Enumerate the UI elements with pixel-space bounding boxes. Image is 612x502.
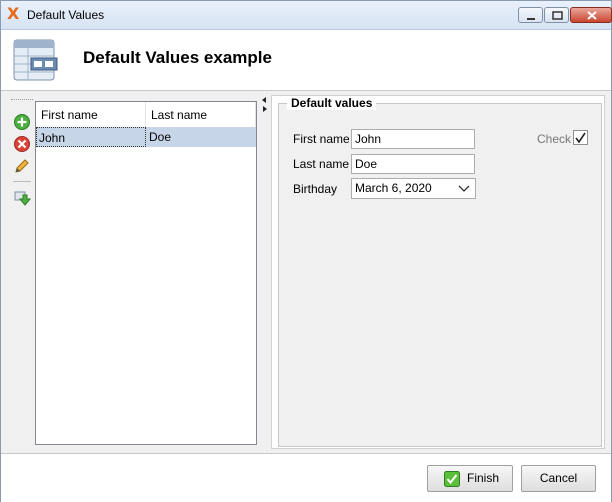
cell-last-name[interactable]: Doe: [147, 127, 256, 147]
group-legend: Default values: [287, 96, 377, 110]
minimize-icon: [527, 18, 535, 20]
title-bar[interactable]: X Default Values: [1, 1, 612, 30]
main-area: First name Last name John Doe Default va…: [1, 91, 611, 449]
first-name-label: First name: [293, 132, 350, 146]
cell-first-name[interactable]: John: [36, 127, 146, 147]
table-row[interactable]: John Doe: [36, 127, 256, 147]
maximize-icon: [552, 11, 563, 20]
app-icon: X: [7, 4, 20, 23]
cancel-button[interactable]: Cancel: [521, 465, 596, 492]
last-name-field[interactable]: Doe: [351, 154, 475, 174]
birthday-datepicker[interactable]: March 6, 2020: [351, 178, 476, 199]
table-form-icon: [13, 39, 58, 81]
check-label: Check: [537, 132, 572, 146]
check-checkbox[interactable]: [573, 130, 588, 145]
first-name-field[interactable]: John: [351, 129, 475, 149]
minimize-button[interactable]: [518, 7, 543, 23]
chevron-down-icon: [458, 185, 470, 192]
panel-splitter[interactable]: [260, 95, 270, 449]
checkmark-icon: [575, 132, 586, 144]
records-grid[interactable]: First name Last name John Doe: [35, 101, 257, 445]
dialog-window: X Default Values Default Values example: [0, 0, 612, 502]
finish-button[interactable]: Finish: [427, 465, 513, 492]
delete-icon[interactable]: [13, 135, 31, 153]
finish-check-icon: [444, 471, 460, 487]
grid-header: First name Last name: [36, 102, 256, 128]
page-title: Default Values example: [83, 48, 272, 67]
column-header-last-name[interactable]: Last name: [146, 102, 256, 127]
finish-label: Finish: [466, 471, 499, 485]
close-button[interactable]: [570, 7, 612, 23]
details-panel: Default values First name John Last name…: [271, 95, 605, 449]
toolbar-grip[interactable]: [11, 99, 33, 101]
window-title: Default Values: [27, 8, 105, 22]
vertical-toolbar: [9, 99, 33, 209]
add-icon[interactable]: [13, 113, 31, 131]
edit-icon[interactable]: [13, 157, 31, 175]
header-banner: Default Values example: [1, 30, 611, 91]
cancel-label: Cancel: [539, 471, 578, 485]
dialog-footer: Finish Cancel: [1, 453, 611, 502]
column-header-first-name[interactable]: First name: [36, 102, 146, 127]
last-name-label: Last name: [293, 157, 350, 171]
default-values-group: Default values First name John Last name…: [278, 96, 602, 447]
birthday-value: March 6, 2020: [355, 181, 432, 195]
download-icon[interactable]: [13, 189, 31, 207]
maximize-button[interactable]: [544, 7, 569, 23]
collapse-arrows-icon[interactable]: [260, 95, 270, 115]
toolbar-separator: [13, 181, 31, 182]
birthday-label: Birthday: [293, 182, 338, 196]
close-icon: [587, 11, 597, 20]
